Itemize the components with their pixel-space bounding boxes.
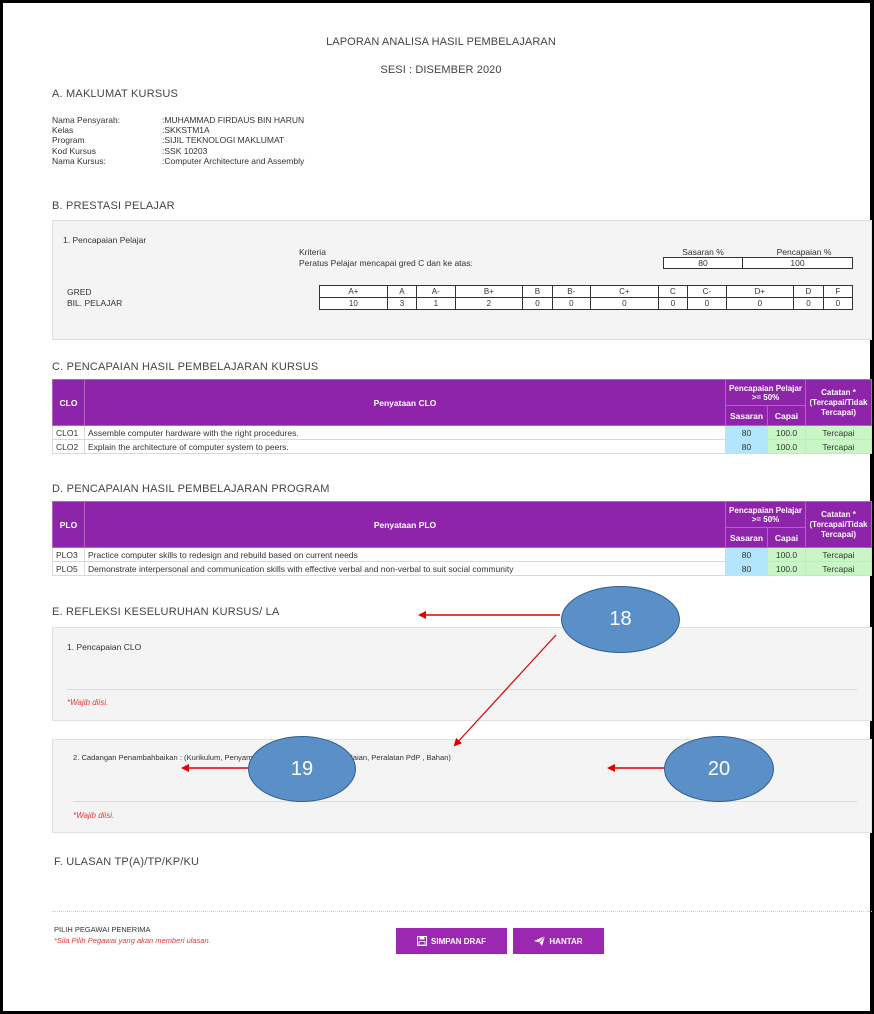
arrow-18-to-improvement	[453, 634, 557, 747]
annotation-arrows	[181, 611, 665, 772]
callout-18: 18	[561, 586, 680, 653]
callout-19: 19	[248, 736, 356, 802]
callout-20: 20	[664, 736, 774, 802]
